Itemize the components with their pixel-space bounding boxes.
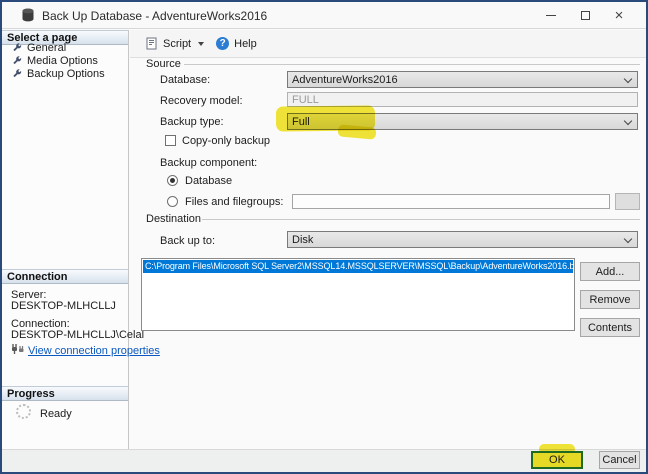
backup-database-dialog: Back Up Database - AdventureWorks2016 × …	[0, 0, 648, 474]
backup-destination-list[interactable]: C:\Program Files\Microsoft SQL Server2\M…	[141, 258, 575, 331]
sidebar-item-general[interactable]: General	[12, 42, 66, 54]
copy-only-backup-label: Copy-only backup	[182, 135, 271, 147]
help-button[interactable]: ? Help	[212, 34, 261, 53]
back-up-to-combobox[interactable]: Disk	[287, 231, 638, 248]
sidebar-item-backup-options[interactable]: Backup Options	[12, 68, 105, 80]
backup-type-label: Backup type:	[160, 116, 224, 128]
add-button[interactable]: Add...	[580, 262, 640, 281]
help-icon: ?	[216, 37, 230, 50]
recovery-model-field: FULL	[287, 92, 638, 107]
script-dropdown-icon	[198, 41, 205, 46]
progress-ready-icon	[16, 404, 31, 419]
copy-only-backup-checkbox[interactable]	[165, 135, 176, 146]
database-icon	[22, 8, 34, 22]
contents-button-label: Contents	[587, 321, 633, 334]
server-value: DESKTOP-MLHCLLJ	[11, 300, 116, 312]
minimize-button[interactable]	[534, 2, 568, 29]
wrench-icon	[13, 56, 22, 65]
database-radio-label: Database	[185, 175, 233, 187]
database-combobox-value: AdventureWorks2016	[292, 73, 398, 86]
minimize-icon	[546, 15, 556, 16]
remove-button-label: Remove	[589, 293, 631, 306]
script-icon	[146, 37, 157, 50]
progress-header: Progress	[2, 386, 128, 401]
sidebar: Select a page General Media Options Back…	[2, 30, 160, 449]
highlight-mark-tail	[337, 124, 377, 140]
source-divider	[184, 64, 640, 65]
database-label: Database:	[160, 74, 211, 86]
sidebar-item-label: Media Options	[27, 55, 98, 67]
window-controls: ×	[534, 2, 636, 29]
recovery-model-value: FULL	[292, 93, 319, 106]
database-radio[interactable]	[167, 175, 178, 186]
back-up-to-label: Back up to:	[160, 235, 216, 247]
chevron-down-icon	[623, 74, 633, 84]
cancel-button-label: Cancel	[602, 454, 637, 466]
sidebar-item-media-options[interactable]: Media Options	[12, 55, 98, 67]
backup-path-row-selected[interactable]: C:\Program Files\Microsoft SQL Server2\M…	[143, 260, 573, 273]
wrench-icon	[13, 69, 22, 78]
back-up-to-combobox-value: Disk	[292, 233, 314, 246]
files-filegroups-radio[interactable]	[167, 196, 178, 207]
view-connection-properties-link[interactable]: View connection properties	[28, 345, 160, 357]
sidebar-item-label: General	[27, 42, 67, 54]
files-filegroups-field	[292, 194, 610, 209]
browse-button	[615, 193, 640, 210]
maximize-icon	[580, 11, 590, 20]
database-combobox[interactable]: AdventureWorks2016	[287, 71, 638, 88]
wrench-icon	[13, 43, 22, 52]
chevron-down-icon	[623, 234, 633, 244]
close-icon: ×	[614, 6, 624, 24]
help-label: Help	[234, 37, 257, 50]
destination-section-label: Destination	[146, 213, 202, 225]
connection-properties-icon	[12, 344, 24, 354]
sidebar-item-label: Backup Options	[27, 68, 105, 80]
recovery-model-label: Recovery model:	[160, 95, 243, 107]
ok-button[interactable]: OK	[531, 451, 583, 469]
files-filegroups-radio-label: Files and filegroups:	[185, 196, 284, 208]
window-title: Back Up Database - AdventureWorks2016	[42, 9, 268, 23]
connection-header: Connection	[2, 269, 128, 284]
chevron-down-icon	[623, 116, 633, 126]
source-section-label: Source	[146, 58, 181, 70]
close-button[interactable]: ×	[602, 2, 636, 29]
ok-button-label: OK	[549, 454, 565, 466]
progress-status: Ready	[40, 408, 72, 420]
maximize-button[interactable]	[568, 2, 602, 29]
add-button-label: Add...	[595, 265, 625, 278]
connection-value: DESKTOP-MLHCLLJ\Celal	[11, 329, 145, 341]
contents-button[interactable]: Contents	[580, 318, 640, 337]
cancel-button[interactable]: Cancel	[599, 451, 640, 469]
titlebar: Back Up Database - AdventureWorks2016 ×	[2, 2, 646, 29]
toolbar: Script ? Help	[130, 30, 646, 58]
destination-divider	[202, 219, 640, 220]
script-button[interactable]: Script	[142, 34, 208, 53]
backup-component-label: Backup component:	[160, 157, 258, 169]
remove-button[interactable]: Remove	[580, 290, 640, 309]
script-label: Script	[163, 37, 192, 50]
